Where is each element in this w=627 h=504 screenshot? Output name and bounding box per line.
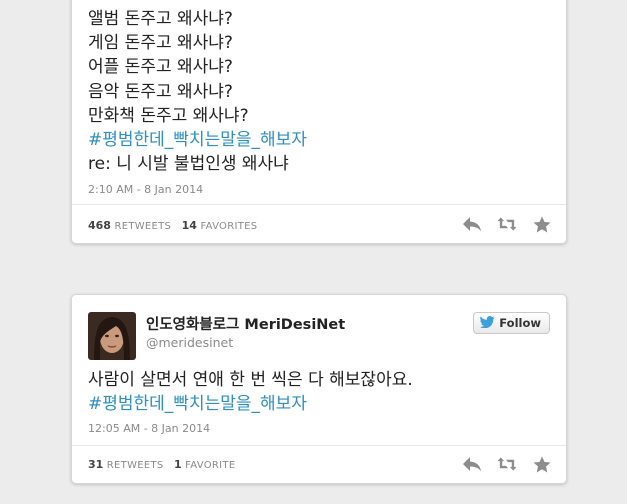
- tweet-line: 어플 돈주고 왜사냐?: [88, 57, 233, 78]
- tweet-line: 만화책 돈주고 왜사냐?: [88, 105, 249, 126]
- tweet-stats: 31 RETWEETS 1 FAVORITE: [88, 458, 235, 471]
- tweet-line: 사람이 살면서 연애 한 번 씩은 다 해보잖아요.: [88, 370, 413, 390]
- avatar[interactable]: [88, 312, 136, 360]
- favorites-count[interactable]: 1: [174, 458, 182, 471]
- retweets-count[interactable]: 468: [88, 219, 111, 232]
- retweets-label: RETWEETS: [106, 460, 164, 471]
- display-name[interactable]: 인도영화블로그 MeriDesiNet: [146, 313, 345, 334]
- tweet-line: re: 니 시발 불법인생 왜사냐: [88, 154, 289, 175]
- reply-icon[interactable]: [462, 454, 482, 474]
- follow-button[interactable]: Follow: [473, 312, 550, 334]
- tweet-line: 게임 돈주고 왜사냐?: [88, 33, 233, 54]
- favorite-icon[interactable]: [532, 214, 552, 234]
- favorite-icon[interactable]: [532, 454, 552, 474]
- tweet-line: 앨범 돈주고 왜사냐?: [88, 9, 233, 29]
- tweet-card: 인도영화블로그 MeriDesiNet @meridesinet Follow …: [71, 294, 567, 484]
- favorites-label: FAVORITE: [185, 460, 236, 471]
- retweet-icon[interactable]: [497, 454, 517, 474]
- favorites-label: FAVORITES: [200, 221, 258, 232]
- tweet-line: 음악 돈주고 왜사냐?: [88, 81, 233, 102]
- twitter-bird-icon: [480, 315, 495, 331]
- tweet-actions: [462, 214, 552, 234]
- tweet-timestamp[interactable]: 2:10 AM - 8 Jan 2014: [88, 183, 203, 196]
- divider: [72, 445, 566, 446]
- reply-icon[interactable]: [462, 214, 482, 234]
- follow-label: Follow: [499, 316, 541, 330]
- tweet-actions: [462, 454, 552, 474]
- user-handle[interactable]: @meridesinet: [146, 335, 233, 350]
- retweet-icon[interactable]: [497, 214, 517, 234]
- retweets-count[interactable]: 31: [88, 458, 103, 471]
- tweet-timestamp[interactable]: 12:05 AM - 8 Jan 2014: [88, 422, 210, 435]
- tweet-stats: 468 RETWEETS 14 FAVORITES: [88, 219, 257, 232]
- hashtag-link[interactable]: #평범한데_빡치는말을_해보자: [88, 392, 413, 416]
- tweet-text: 사람이 살면서 연애 한 번 씩은 다 해보잖아요. #평범한데_빡치는말을_해…: [88, 368, 413, 416]
- divider: [72, 204, 566, 205]
- hashtag-link[interactable]: #평범한데_빡치는말을_해보자: [88, 128, 307, 152]
- favorites-count[interactable]: 14: [182, 219, 197, 232]
- retweets-label: RETWEETS: [114, 221, 172, 232]
- tweet-card: 앨범 돈주고 왜사냐? 게임 돈주고 왜사냐? 어플 돈주고 왜사냐? 음악 돈…: [71, 0, 567, 244]
- tweet-text: 앨범 돈주고 왜사냐? 게임 돈주고 왜사냐? 어플 돈주고 왜사냐? 음악 돈…: [88, 7, 307, 176]
